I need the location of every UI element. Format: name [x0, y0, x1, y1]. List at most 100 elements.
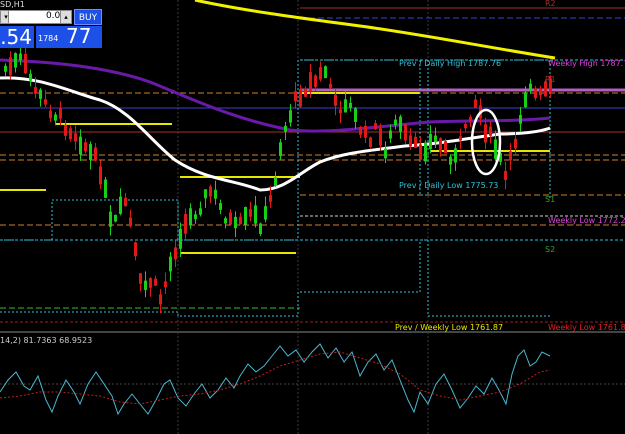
candle-body: [199, 208, 202, 215]
candle-body: [219, 203, 222, 210]
candle-body: [9, 57, 12, 76]
candle-body: [19, 53, 22, 61]
candle-body: [409, 135, 412, 147]
candle-body: [49, 110, 52, 119]
candle-body: [524, 92, 527, 108]
candle-body: [24, 53, 27, 73]
candle-body: [114, 214, 117, 222]
price-chart[interactable]: Prev / Daily High 1787.76 Weekly High 17…: [0, 0, 625, 434]
candle-body: [89, 144, 92, 160]
candle-body: [384, 148, 387, 159]
candle-body: [514, 138, 517, 149]
buy-price-pips: 77: [66, 24, 92, 48]
candle-body: [209, 186, 212, 197]
candle-body: [379, 128, 382, 146]
candle-body: [474, 99, 477, 108]
candle-body: [204, 189, 207, 199]
candle-body: [99, 166, 102, 185]
candle-body: [29, 73, 32, 81]
weekly-low-label: Weekly Low 1772.24: [548, 216, 625, 225]
candle-body: [154, 278, 157, 286]
candle-body: [84, 142, 87, 152]
candle-body: [129, 217, 132, 227]
candle-body: [299, 89, 302, 107]
one-click-trading-panel: ▾ 0.01 ▴ BUY .54 1784 77: [0, 8, 104, 48]
candle-body: [414, 136, 417, 148]
prev-weekly-low-label: Prev / Weekly Low 1761.87: [395, 323, 503, 332]
candle-body: [364, 125, 367, 138]
chart-window[interactable]: Prev / Daily High 1787.76 Weekly High 17…: [0, 0, 625, 434]
buy-price-prefix: 1784: [38, 34, 59, 43]
candle-body: [4, 65, 7, 72]
candle-body: [174, 247, 177, 260]
candle-body: [494, 139, 497, 159]
candle-body: [389, 130, 392, 139]
candle-body: [94, 147, 97, 161]
candle-body: [434, 135, 437, 143]
candle-body: [504, 170, 507, 180]
candle-body: [144, 280, 147, 291]
candle-body: [464, 124, 467, 129]
candle-body: [109, 211, 112, 227]
candle-body: [244, 206, 247, 225]
candle-body: [164, 281, 167, 288]
pivot-r2-label: R2: [545, 0, 556, 8]
candle-body: [289, 110, 292, 123]
period-separators: [177, 0, 429, 434]
candle-body: [39, 89, 42, 99]
prev-daily-high-label: Prev / Daily High 1787.76: [399, 59, 501, 68]
oscillator-signal-line: [0, 351, 551, 405]
pivot-s2-label: S2: [545, 245, 555, 254]
candle-body: [274, 177, 277, 186]
candle-body: [214, 189, 217, 199]
candle-body: [344, 99, 347, 113]
candle-body: [369, 137, 372, 148]
candle-body: [224, 218, 227, 224]
candle-body: [149, 278, 152, 288]
candle-body: [179, 228, 182, 249]
pivot-r1-label: R1: [545, 75, 556, 84]
candle-body: [404, 124, 407, 141]
candle-body: [124, 197, 127, 207]
candle-body: [239, 216, 242, 225]
oscillator-header: 14,2) 81.7363 68.9523: [0, 336, 93, 345]
candlestick-series: [4, 44, 552, 314]
candle-body: [314, 75, 317, 87]
weekly-high-label: Weekly High 1787.76: [548, 59, 625, 68]
lot-increase-button[interactable]: ▴: [60, 10, 72, 24]
candle-body: [449, 156, 452, 165]
candle-body: [279, 142, 282, 157]
candle-body: [519, 115, 522, 124]
candle-body: [269, 195, 272, 202]
candle-body: [254, 205, 257, 224]
candle-body: [259, 223, 262, 235]
buy-price-button[interactable]: 1784 77: [36, 24, 102, 48]
oscillator-main-line: [0, 343, 551, 416]
candle-body: [429, 133, 432, 149]
candle-body: [229, 212, 232, 225]
candle-body: [284, 125, 287, 132]
candle-body: [294, 91, 297, 102]
candle-body: [354, 108, 357, 122]
candle-body: [489, 126, 492, 136]
candle-body: [14, 53, 17, 68]
candle-body: [444, 141, 447, 154]
pivot-s1-label: S1: [545, 195, 555, 204]
candle-body: [424, 142, 427, 162]
candle-body: [419, 144, 422, 160]
daily-channel-lower: [0, 239, 550, 317]
candle-body: [339, 109, 342, 114]
candle-body: [454, 148, 457, 163]
candle-body: [249, 209, 252, 217]
candle-body: [304, 88, 307, 97]
sell-price-button[interactable]: .54: [0, 26, 34, 48]
candle-body: [189, 208, 192, 225]
candle-body: [439, 138, 442, 153]
candle-body: [64, 124, 67, 136]
candle-body: [309, 72, 312, 92]
candle-body: [484, 124, 487, 143]
candle-body: [324, 66, 327, 79]
candle-body: [34, 87, 37, 94]
buy-button[interactable]: BUY: [74, 9, 102, 25]
candle-body: [349, 102, 352, 108]
